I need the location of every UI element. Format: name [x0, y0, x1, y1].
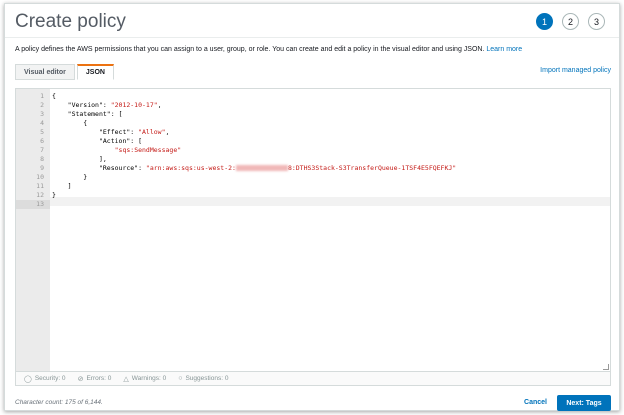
code-line: { — [52, 119, 88, 127]
cancel-button[interactable]: Cancel — [524, 399, 547, 406]
warnings-status[interactable]: △ Warnings: 0 — [123, 375, 166, 383]
code-line: "Effect": "Allow", — [52, 128, 169, 137]
json-key: "Resource": — [52, 164, 146, 172]
security-status[interactable]: ◯ Security: 0 — [24, 375, 66, 383]
suggestions-status[interactable]: ○ Suggestions: 0 — [178, 375, 228, 382]
json-editor[interactable]: 1 2 3 4 5 6 7 8 9 10 11 12 13 { "Version… — [15, 88, 611, 372]
json-key — [52, 146, 115, 154]
code-line: } — [52, 173, 88, 181]
line-number: 9 — [40, 164, 44, 172]
security-count: Security: 0 — [34, 375, 66, 382]
json-string: 8:DTHS3Stack-S3TransferQueue-1TSF4E5FQEF… — [287, 164, 457, 172]
line-number: 6 — [40, 137, 44, 145]
description-text: A policy defines the AWS permissions tha… — [15, 46, 485, 53]
import-managed-policy-link[interactable]: Import managed policy — [540, 67, 611, 74]
code-line: ] — [52, 182, 72, 190]
line-number: 4 — [40, 119, 44, 127]
code-line: } — [52, 191, 56, 199]
warnings-count: Warnings: 0 — [131, 375, 167, 382]
create-policy-window: Create policy 1 2 3 A policy defines the… — [4, 3, 620, 411]
code-line: "Action": [ — [52, 137, 143, 145]
json-punct: , — [165, 128, 170, 136]
resize-handle[interactable] — [603, 364, 609, 370]
line-number: 13 — [16, 200, 50, 209]
page-header: Create policy 1 2 3 — [5, 4, 619, 38]
tab-visual-editor[interactable]: Visual editor — [15, 64, 75, 80]
step-indicator: 1 2 3 — [536, 13, 605, 30]
code-line: "sqs:SendMessage" — [52, 146, 182, 155]
step-2: 2 — [562, 13, 579, 30]
code-line: ], — [52, 155, 107, 163]
code-line: "Statement": [ — [52, 110, 123, 118]
line-number: 8 — [40, 155, 44, 163]
json-string: "arn:aws:sqs:us-west-2: — [145, 164, 236, 172]
editor-tabs: Visual editor JSON — [15, 64, 116, 80]
validation-status-bar: ◯ Security: 0 ⊘ Errors: 0 △ Warnings: 0 … — [15, 372, 611, 386]
json-key: "Version": — [52, 101, 111, 109]
json-string: "2012-10-17" — [110, 101, 158, 109]
errors-count: Errors: 0 — [86, 375, 112, 382]
line-number: 5 — [40, 128, 44, 136]
step-1: 1 — [536, 13, 553, 30]
line-number: 10 — [36, 173, 44, 181]
line-number: 12 — [36, 191, 44, 199]
page-description: A policy defines the AWS permissions tha… — [15, 46, 522, 53]
suggestions-count: Suggestions: 0 — [185, 375, 229, 382]
code-line: { — [52, 92, 56, 100]
warning-icon: △ — [123, 375, 129, 383]
json-string: "sqs:SendMessage" — [114, 146, 182, 154]
json-key: "Effect": — [52, 128, 139, 136]
json-punct: , — [157, 101, 162, 109]
json-string: "Allow" — [138, 128, 166, 136]
step-3: 3 — [588, 13, 605, 30]
active-line-highlight — [50, 197, 610, 206]
line-number: 2 — [40, 101, 44, 109]
line-number: 7 — [40, 146, 44, 154]
character-count: Character count: 175 of 6,144. — [15, 399, 103, 406]
redacted-account-id — [235, 165, 288, 171]
next-tags-button[interactable]: Next: Tags — [557, 395, 611, 411]
code-line: "Resource": "arn:aws:sqs:us-west-2: 8:DTH… — [52, 164, 456, 173]
shield-icon: ◯ — [24, 375, 32, 383]
line-number: 11 — [36, 182, 44, 190]
lightbulb-icon: ○ — [178, 375, 183, 382]
page-title: Create policy — [15, 11, 126, 32]
line-number: 3 — [40, 110, 44, 118]
error-icon: ⊘ — [77, 375, 84, 383]
errors-status[interactable]: ⊘ Errors: 0 — [78, 375, 112, 383]
tab-json[interactable]: JSON — [76, 64, 114, 80]
learn-more-link[interactable]: Learn more — [486, 46, 522, 53]
line-number: 1 — [40, 92, 44, 100]
code-line: "Version": "2012-10-17", — [52, 101, 162, 110]
